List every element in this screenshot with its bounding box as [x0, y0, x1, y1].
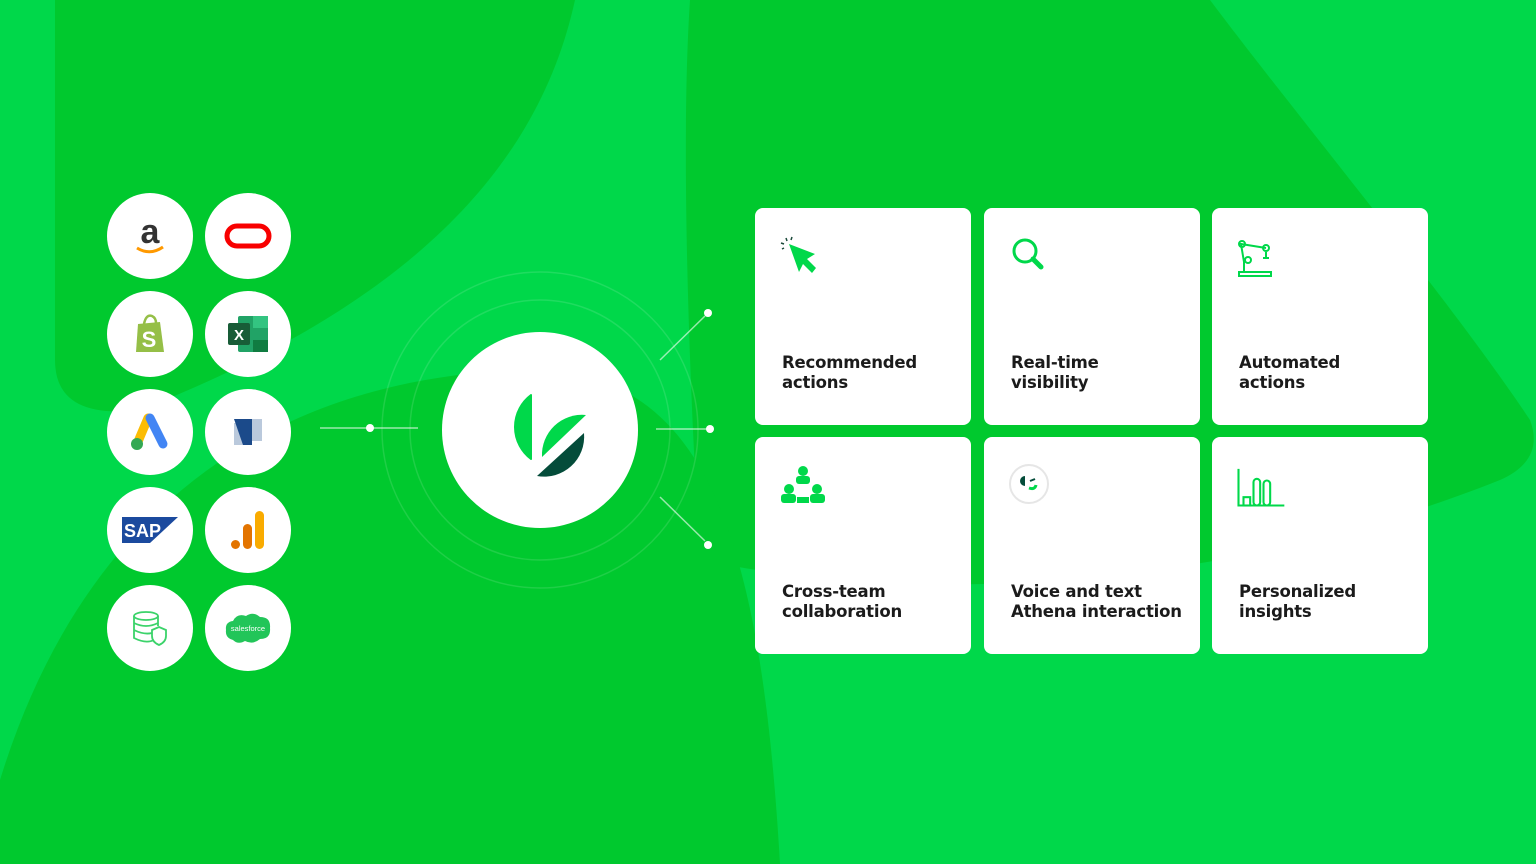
feature-card-automated-actions: Automated actions [1212, 208, 1428, 425]
magnifier-icon [1012, 238, 1044, 270]
google-analytics-logo [205, 487, 291, 573]
feature-title-line1: Automated [1239, 353, 1341, 372]
connector-dot [704, 309, 712, 317]
feature-title-line2: actions [782, 373, 848, 392]
connector-dot [706, 425, 714, 433]
connector-dot [704, 541, 712, 549]
shopify-logo: S [107, 291, 193, 377]
team-icon [781, 466, 825, 503]
feature-title-line1: Personalized [1239, 582, 1356, 601]
feature-title-line1: Voice and text [1011, 582, 1142, 601]
athena-face-icon [1009, 464, 1049, 504]
svg-text:salesforce: salesforce [231, 624, 265, 633]
bar-chart-icon [1237, 468, 1285, 507]
svg-text:a: a [141, 213, 161, 251]
salesforce-logo: salesforce [205, 585, 291, 671]
feature-card-voice-text-athena: Voice and text Athena interaction [984, 437, 1200, 654]
feature-title-line2: visibility [1011, 373, 1089, 392]
oracle-logo [205, 193, 291, 279]
excel-logo: X [205, 291, 291, 377]
svg-text:X: X [234, 327, 244, 344]
feature-title-line1: Cross-team [782, 582, 886, 601]
google-ads-logo [107, 389, 193, 475]
secure-database-logo [107, 585, 193, 671]
robot-arm-icon [1238, 240, 1272, 277]
feature-title-line2: insights [1239, 602, 1312, 621]
netsuite-logo: N [205, 389, 291, 475]
athena-hub-logo [442, 332, 638, 528]
feature-title-line1: Recommended [782, 353, 917, 372]
feature-card-personalized-insights: Personalized insights [1212, 437, 1428, 654]
logo-half-circle [514, 394, 532, 460]
cursor-click-icon [780, 236, 816, 273]
amazon-logo: a [107, 193, 193, 279]
svg-text:S: S [142, 327, 157, 352]
feature-card-cross-team-collaboration: Cross-team collaboration [755, 437, 971, 654]
feature-title-line2: Athena interaction [1011, 602, 1182, 621]
sap-logo: SAP [107, 487, 193, 573]
feature-title-line1: Real-time [1011, 353, 1099, 372]
feature-card-recommended-actions: Recommended actions [755, 208, 971, 425]
connector-dot [366, 424, 374, 432]
feature-title-line2: collaboration [782, 602, 903, 621]
svg-text:SAP: SAP [124, 521, 161, 541]
feature-title-line2: actions [1239, 373, 1305, 392]
feature-card-real-time-visibility: Real-time visibility [984, 208, 1200, 425]
